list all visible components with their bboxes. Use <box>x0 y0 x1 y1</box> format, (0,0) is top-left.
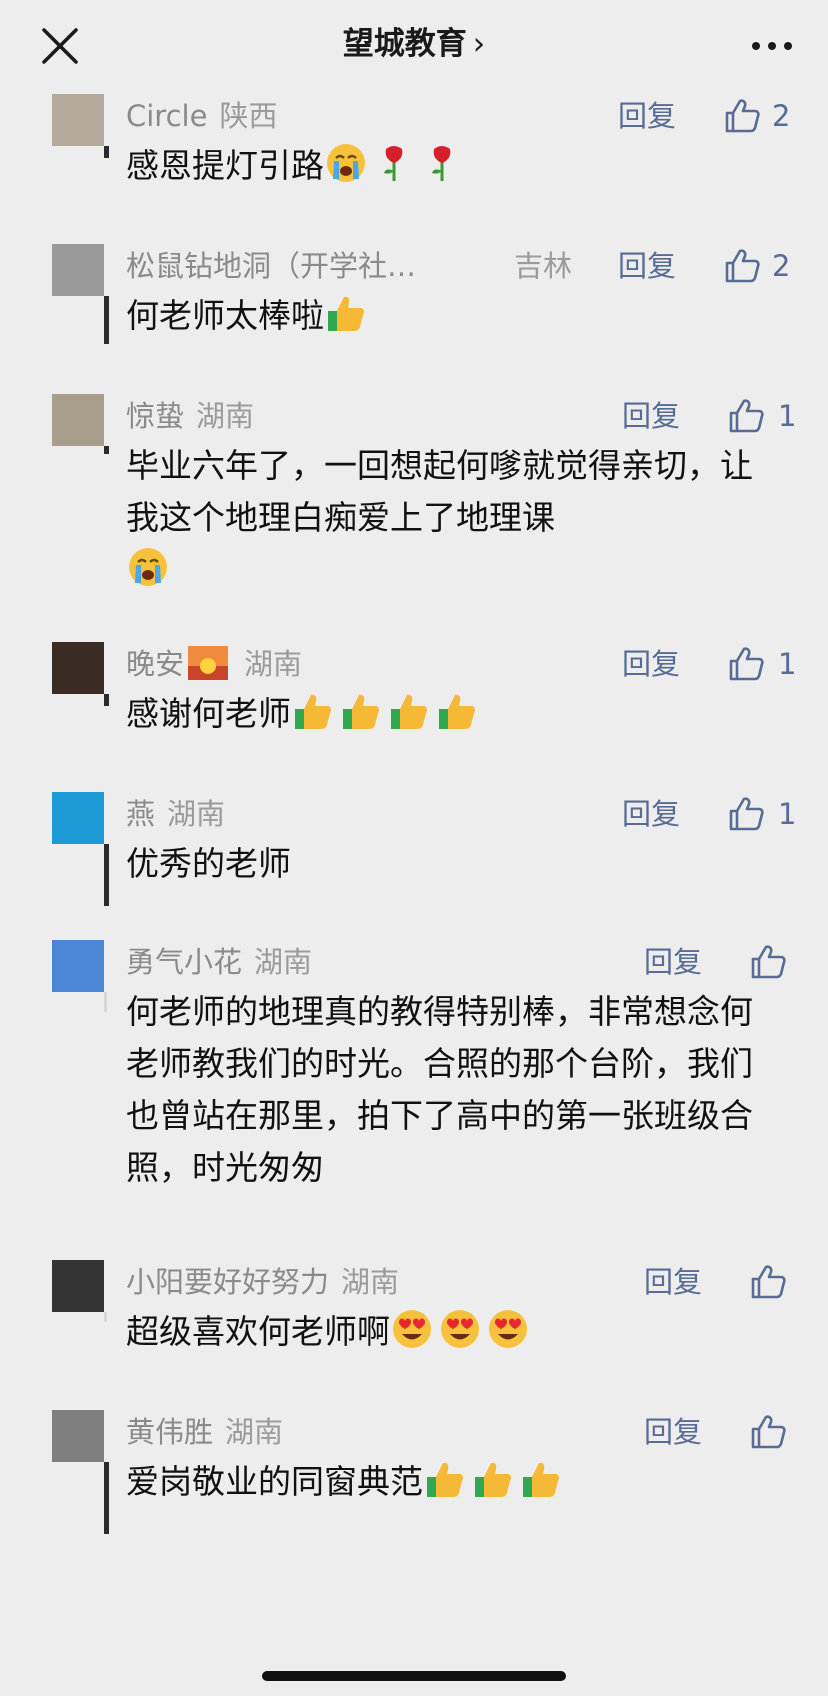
comment-text: 感恩提灯引路 <box>126 140 766 192</box>
commenter-name[interactable]: 晚安 湖南 <box>126 642 302 686</box>
location-label: 吉林 <box>514 249 573 283</box>
comment-text: 何老师的地理真的教得特别棒，非常想念何老师教我们的时光。合照的那个台阶，我们也曾… <box>126 986 766 1194</box>
heart-eyes-emoji <box>393 1310 431 1348</box>
avatar[interactable] <box>52 792 104 844</box>
thread-line <box>104 694 109 706</box>
thread-line <box>104 1462 109 1534</box>
thumbs-up-emoji <box>343 694 379 729</box>
thread-line <box>104 992 107 1012</box>
like-count: 2 <box>772 249 791 283</box>
avatar[interactable] <box>52 394 104 446</box>
location-label: 湖南 <box>225 1415 284 1449</box>
commenter-name-text: Circle <box>126 99 208 133</box>
avatar[interactable] <box>52 642 104 694</box>
reply-button[interactable]: 回复 <box>622 792 680 836</box>
thread-line <box>104 1312 107 1322</box>
rose-emoji <box>384 146 403 181</box>
like-count: 1 <box>778 399 797 433</box>
commenter-name[interactable]: 惊蛰 湖南 <box>126 394 254 438</box>
reply-button[interactable]: 回复 <box>644 1410 702 1454</box>
thumbs-up-emoji <box>439 694 475 729</box>
comment-text-content: 感恩提灯引路 <box>126 146 324 185</box>
comment-text-content: 何老师的地理真的教得特别棒，非常想念何老师教我们的时光。合照的那个台阶，我们也曾… <box>126 992 753 1187</box>
home-indicator[interactable] <box>262 1671 566 1681</box>
commenter-name[interactable]: 燕湖南 <box>126 792 225 836</box>
account-title-link[interactable]: 望城教育 › <box>0 22 828 66</box>
comment-text: 感谢何老师 <box>126 688 766 740</box>
thumbs-up-outline-icon[interactable] <box>726 794 766 834</box>
avatar[interactable] <box>52 1410 104 1462</box>
like-count: 1 <box>778 797 797 831</box>
commenter-name[interactable]: 松鼠钻地洞（开学社… <box>126 244 416 288</box>
thread-line <box>104 446 109 454</box>
comment-text-content: 何老师太棒啦 <box>126 296 324 335</box>
reply-button[interactable]: 回复 <box>644 1260 702 1304</box>
comment-text-content: 优秀的老师 <box>126 844 291 883</box>
like-count: 1 <box>778 647 797 681</box>
loudly-crying-face-emoji <box>129 548 167 586</box>
commenter-name-text: 勇气小花 <box>126 945 243 979</box>
thread-line <box>104 146 109 158</box>
reply-button[interactable]: 回复 <box>618 94 676 138</box>
thumbs-up-outline-icon[interactable] <box>748 1412 788 1452</box>
chevron-right-icon: › <box>472 26 486 62</box>
commenter-name-text: 燕 <box>126 797 156 831</box>
sunset-emoji <box>188 646 229 680</box>
thumbs-up-outline-icon[interactable] <box>726 644 766 684</box>
location-label: 湖南 <box>196 399 255 433</box>
avatar[interactable] <box>52 244 104 296</box>
rose-emoji <box>432 146 451 181</box>
thumbs-up-outline-icon[interactable] <box>726 396 766 436</box>
location-label: 湖南 <box>341 1265 400 1299</box>
thumbs-up-emoji <box>523 1462 559 1497</box>
reply-button[interactable]: 回复 <box>622 642 680 686</box>
thumbs-up-outline-icon[interactable] <box>748 1262 788 1302</box>
thumbs-up-emoji <box>427 1462 463 1497</box>
location-label: 陕西 <box>219 99 278 133</box>
comment-text: 爱岗敬业的同窗典范 <box>126 1456 766 1508</box>
location-label: 湖南 <box>167 797 226 831</box>
avatar[interactable] <box>52 94 104 146</box>
commenter-name-text: 惊蛰 <box>126 399 185 433</box>
comment-text: 何老师太棒啦 <box>126 290 766 342</box>
thumbs-up-outline-icon[interactable] <box>748 942 788 982</box>
thumbs-up-emoji <box>475 1462 511 1497</box>
commenter-name[interactable]: 小阳要好好努力 湖南 <box>126 1260 399 1304</box>
thumbs-up-outline-icon[interactable] <box>722 96 762 136</box>
top-bar: 望城教育 › <box>0 0 828 88</box>
heart-eyes-emoji <box>441 1310 479 1348</box>
comment-text: 毕业六年了，一回想起何嗲就觉得亲切，让我这个地理白痴爱上了地理课 <box>126 440 766 596</box>
like-count: 2 <box>772 99 791 133</box>
comment-text: 超级喜欢何老师啊 <box>126 1306 766 1358</box>
more-icon[interactable] <box>750 38 794 54</box>
page-title: 望城教育 <box>342 26 467 62</box>
commenter-name-text: 黄伟胜 <box>126 1415 214 1449</box>
thumbs-up-emoji <box>391 694 427 729</box>
commenter-name[interactable]: 黄伟胜 湖南 <box>126 1410 283 1454</box>
avatar[interactable] <box>52 1260 104 1312</box>
commenter-name[interactable]: Circle 陕西 <box>126 94 277 138</box>
comment-text-content: 超级喜欢何老师啊 <box>126 1312 390 1351</box>
thumbs-up-emoji <box>295 694 331 729</box>
thread-line <box>104 296 109 344</box>
loudly-crying-face-emoji <box>327 144 365 182</box>
avatar[interactable] <box>52 940 104 992</box>
heart-eyes-emoji <box>489 1310 527 1348</box>
commenter-name-text: 晚安 <box>126 647 185 681</box>
commenter-name-text: 小阳要好好努力 <box>126 1265 330 1299</box>
commenter-name-text: 松鼠钻地洞（开学社… <box>126 249 417 283</box>
comment-text-content: 毕业六年了，一回想起何嗲就觉得亲切，让我这个地理白痴爱上了地理课 <box>126 446 753 537</box>
location-label: 湖南 <box>244 647 303 681</box>
comment-text: 优秀的老师 <box>126 838 766 890</box>
thread-line <box>104 844 109 906</box>
reply-button[interactable]: 回复 <box>618 244 676 288</box>
reply-button[interactable]: 回复 <box>622 394 680 438</box>
comment-text-content: 爱岗敬业的同窗典范 <box>126 1462 423 1501</box>
comment-text-content: 感谢何老师 <box>126 694 291 733</box>
thumbs-up-emoji <box>328 296 364 331</box>
location-label: 湖南 <box>254 945 313 979</box>
commenter-name[interactable]: 勇气小花 湖南 <box>126 940 312 984</box>
thumbs-up-outline-icon[interactable] <box>722 246 762 286</box>
reply-button[interactable]: 回复 <box>644 940 702 984</box>
